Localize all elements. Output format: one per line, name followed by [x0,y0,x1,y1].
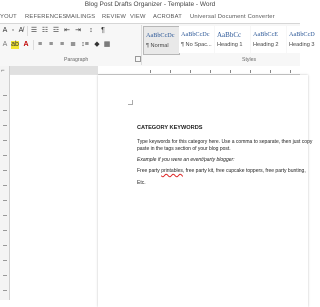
ruler-corner-icon[interactable]: ⌐ [1,68,5,74]
ruler-tick [3,230,7,231]
ruler-tick [3,110,7,111]
doc-text: Free party [137,168,162,174]
tab-layout[interactable]: YOUT [0,14,17,20]
style-preview: AaBbCcE [253,31,279,38]
styles-group-label: Styles [242,57,257,63]
separator [33,40,34,50]
ruler-tick [210,70,211,73]
horizontal-ruler-margin [10,66,98,74]
decrease-indent-icon[interactable]: ⇤ [63,27,71,35]
ruler-tick [3,215,7,216]
margin-corner-mark [128,100,133,105]
align-left-icon[interactable]: ≡ [36,41,44,49]
ruler-tick [250,70,251,73]
style-heading-2[interactable]: AaBbCcE Heading 2 [251,26,286,53]
borders-icon[interactable]: ▦ [103,41,111,49]
style-name: ¶ No Spac... [181,42,212,48]
numbering-icon[interactable]: ☷ [41,27,49,35]
ruler-tick [3,185,7,186]
align-center-icon[interactable]: ≡ [47,41,55,49]
text-highlight-color-icon[interactable]: ab [11,41,19,49]
style-no-spacing[interactable]: AaBbCcDc ¶ No Spac... [179,26,214,53]
style-normal[interactable]: AaBbCcDc ¶ Normal [143,26,180,55]
ruler-tick [170,70,171,73]
ruler-tick [3,245,7,246]
doc-example-line: Free party printables, free party kit, f… [137,168,306,175]
change-case-icon[interactable]: ᵛ [10,27,16,35]
ruler-tick [3,170,7,171]
ruler-tick [3,125,7,126]
text-effects-icon[interactable]: A [1,41,9,49]
tab-acrobat[interactable]: ACROBAT [153,14,182,20]
sort-icon[interactable]: ↕ [87,27,95,35]
doc-paragraph-line: paste in the tags section of your blog p… [137,146,231,152]
ruler-tick [3,155,7,156]
bullets-icon[interactable]: ☰ [30,27,38,35]
ruler-tick [3,95,7,96]
doc-text: , free party kit, free cupcake toppers, … [182,168,306,174]
ruler-tick [3,290,7,291]
font-color-icon[interactable]: A [22,41,30,49]
doc-heading: CATEGORY KEYWORDS [137,125,203,131]
style-heading-1[interactable]: AaBbCc Heading 1 [215,26,250,53]
style-heading-3[interactable]: AaBbCcD Heading 3 [287,26,320,53]
misspelled-word[interactable]: printables [161,168,183,174]
align-right-icon[interactable]: ≡ [58,41,66,49]
ruler-tick [150,70,151,73]
tab-view[interactable]: VIEW [130,14,146,20]
ruler-tick [3,275,7,276]
vertical-ruler [0,66,10,300]
previous-page [10,75,99,300]
multilevel-list-icon[interactable]: ☲ [52,27,60,35]
style-name: Heading 1 [217,42,243,48]
tab-references[interactable]: REFERENCES [25,14,67,20]
doc-etc: Etc. [137,180,146,186]
shading-icon[interactable]: ◆ [93,41,101,49]
style-name: ¶ Normal [146,43,169,49]
clear-formatting-icon[interactable]: A̸ [17,27,25,35]
separator [27,26,28,36]
style-preview: AaBbCcD [289,31,315,38]
window-title: Blog Post Drafts Organizer - Template - … [84,1,216,8]
paragraph-group-label: Paragraph [64,57,89,63]
tab-mailings[interactable]: MAILINGS [66,14,95,20]
style-preview: AaBbCcDc [181,31,210,38]
ruler-tick [230,70,231,73]
increase-indent-icon[interactable]: ⇥ [74,27,82,35]
style-preview: AaBbCc [217,31,242,39]
document-page[interactable] [98,75,308,307]
doc-example-label: Example if you were an event/party blogg… [137,157,235,163]
ruler-tick [190,70,191,73]
font-size-down-icon[interactable]: A [1,27,9,35]
style-preview: AaBbCcDc [146,32,175,39]
ruler-tick [3,140,7,141]
tab-universal-document-converter[interactable]: Universal Document Converter [190,14,275,20]
ruler-tick [290,70,291,73]
show-formatting-marks-icon[interactable]: ¶ [99,27,107,35]
ruler-tick [3,260,7,261]
doc-paragraph-line: Type keywords for this category here. Us… [137,139,313,145]
group-separator [141,25,142,65]
line-spacing-icon[interactable]: ↕≡ [80,41,90,49]
tab-review[interactable]: REVIEW [102,14,126,20]
justify-icon[interactable]: ≣ [69,41,77,49]
style-name: Heading 3 [289,42,315,48]
style-name: Heading 2 [253,42,279,48]
ruler-tick [270,70,271,73]
ruler-tick [3,200,7,201]
